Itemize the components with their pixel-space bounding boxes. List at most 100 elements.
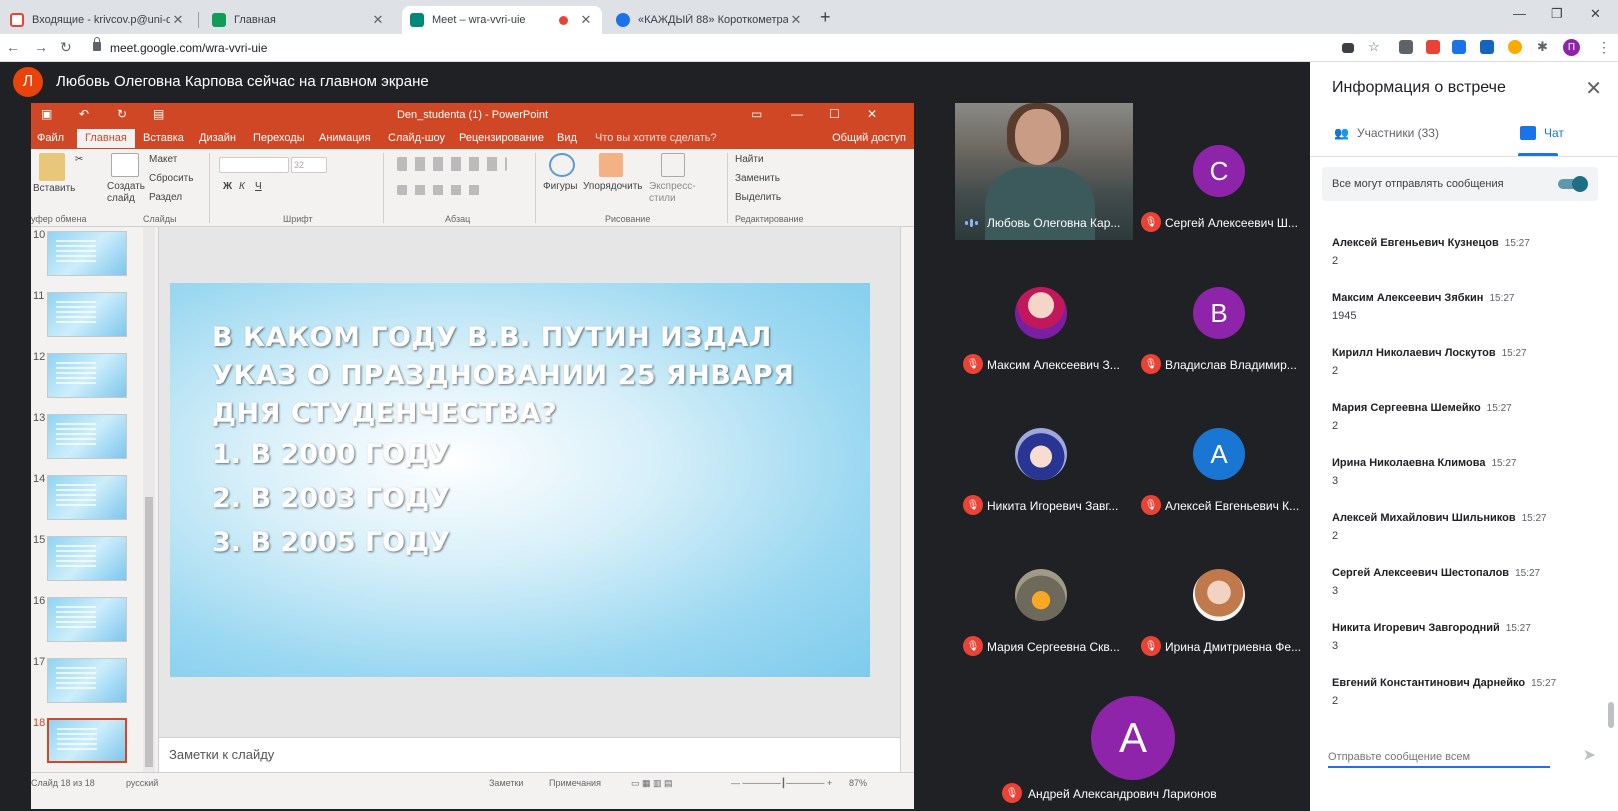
- message-text: 2: [1332, 365, 1339, 377]
- mic-off-icon: 🎙: [1141, 354, 1161, 374]
- ribbon-tab-animations: Анимация: [319, 132, 371, 144]
- cart-icon[interactable]: [1480, 40, 1494, 54]
- paste-label: Вставить: [33, 183, 76, 194]
- panel-title: Информация о встрече: [1332, 79, 1506, 96]
- shapes-label: Фигуры: [543, 181, 578, 192]
- close-tab-icon[interactable]: ✕: [170, 12, 186, 28]
- mic-off-icon: 🎙: [1141, 495, 1161, 515]
- thumb-number: 11: [33, 290, 45, 302]
- participant-tile[interactable]: 🎙 Ирина Дмитриевна Фе...: [1133, 527, 1305, 663]
- participant-tile[interactable]: А 🎙 Андрей Александрович Ларионов: [994, 668, 1272, 809]
- extension-icon[interactable]: [1426, 40, 1440, 54]
- ppt-title-bar: ▣ ↶ ↻ ▤ Den_studenta (1) - PowerPoint ▭ …: [31, 103, 914, 127]
- slide-thumbnail: [47, 658, 127, 703]
- participant-tile[interactable]: В 🎙 Владислав Владимир...: [1133, 245, 1305, 381]
- mic-off-icon: 🎙: [1141, 636, 1161, 656]
- paste-icon: [39, 153, 65, 181]
- close-tab-icon[interactable]: ✕: [370, 12, 386, 28]
- participant-tile[interactable]: С 🎙 Сергей Алексеевич Ш...: [1133, 103, 1305, 239]
- message-time: 15:27: [1501, 348, 1527, 359]
- allow-messages-setting: Все могут отправлять сообщения: [1322, 167, 1598, 201]
- profile-avatar[interactable]: П: [1563, 39, 1580, 56]
- slide-thumbnail: [47, 414, 127, 459]
- close-tab-icon[interactable]: ✕: [788, 12, 804, 28]
- browser-tab-meet[interactable]: Meet – wra-vvri-uie ✕: [402, 6, 602, 34]
- italic-icon: К: [239, 181, 245, 192]
- arrange-icon: [599, 153, 623, 177]
- browser-tab-video[interactable]: «КАЖДЫЙ 88» Короткометраж ✕: [608, 6, 812, 34]
- thumb-number: 12: [33, 351, 46, 363]
- message-text: 2: [1332, 530, 1339, 542]
- message-time: 15:27: [1521, 513, 1547, 524]
- participant-name: Никита Игоревич Завг...: [987, 499, 1119, 513]
- address-bar[interactable]: meet.google.com/wra-vvri-uie: [110, 41, 267, 55]
- lock-icon[interactable]: [93, 37, 101, 51]
- reload-button[interactable]: ↻: [60, 39, 72, 56]
- browser-tab-gmail[interactable]: Входящие - krivcov.p@uni-dubn ✕: [2, 6, 194, 34]
- extension-icon[interactable]: [1399, 40, 1413, 54]
- tab-chat-label: Чат: [1544, 126, 1564, 140]
- participant-name: Мария Сергеевна Скв...: [987, 640, 1120, 654]
- tab-participants[interactable]: 👥 Участники (33): [1334, 126, 1439, 140]
- participant-name: Ирина Дмитриевна Фе...: [1165, 640, 1302, 654]
- extensions-puzzle-icon[interactable]: ✱: [1537, 39, 1548, 55]
- section-button: Раздел: [149, 192, 183, 203]
- speaking-indicator-icon: [965, 218, 979, 228]
- participant-tile[interactable]: Любовь Олеговна Кар...: [955, 103, 1133, 240]
- restore-button[interactable]: ❐: [1551, 6, 1563, 22]
- group-label-clipboard: уфер обмена: [31, 214, 87, 224]
- slide-option: 1. в 2000 году: [212, 439, 450, 470]
- close-window-button[interactable]: ✕: [1590, 6, 1601, 22]
- participant-avatar: [1193, 569, 1245, 621]
- back-button[interactable]: ←: [6, 39, 20, 55]
- allow-messages-label: Все могут отправлять сообщения: [1332, 178, 1504, 190]
- group-label-editing: Редактирование: [735, 214, 804, 224]
- browser-tab-home[interactable]: Главная ✕: [204, 6, 394, 34]
- language-indicator: русский: [126, 778, 159, 788]
- ribbon-display-icon: ▭: [751, 107, 763, 121]
- close-tab-icon[interactable]: ✕: [578, 12, 594, 28]
- chat-message-input[interactable]: [1328, 748, 1550, 768]
- close-panel-button[interactable]: ✕: [1585, 76, 1602, 101]
- slide-option: 3. в 2005 году: [212, 527, 450, 558]
- minimize-button[interactable]: —: [1513, 6, 1526, 21]
- thumb-number: 13: [33, 412, 46, 424]
- chat-scrollbar[interactable]: [1608, 702, 1614, 728]
- tab-participants-label: Участники (33): [1356, 126, 1439, 140]
- tell-me-box: Что вы хотите сделать?: [595, 132, 717, 144]
- participant-tile[interactable]: 🎙 Максим Алексеевич З...: [955, 245, 1127, 381]
- slide-option: 2. в 2003 году: [212, 483, 450, 514]
- chat-message: Евгений Константинович Дарнейко 15:27 2: [1332, 677, 1582, 707]
- arrange-label: Упорядочить: [583, 181, 643, 192]
- divider: [1310, 156, 1618, 157]
- forward-button[interactable]: →: [34, 39, 48, 55]
- ppt-ribbon: Вставить ✂ Создать слайд Макет Сбросить …: [31, 149, 914, 227]
- extension-new-icon[interactable]: [1452, 40, 1466, 54]
- message-author: Ирина Николаевна Климова: [1332, 457, 1486, 469]
- extension-icon[interactable]: [1508, 40, 1522, 54]
- message-time: 15:27: [1505, 623, 1531, 634]
- zoom-level: 87%: [849, 778, 868, 788]
- current-slide: В каком году В.В. Путин издал указ о пра…: [170, 283, 870, 677]
- comments-button: Примечания: [549, 778, 601, 788]
- participant-tile[interactable]: 🎙 Мария Сергеевна Скв...: [955, 527, 1127, 663]
- allow-messages-toggle[interactable]: [1558, 176, 1588, 192]
- chat-message: Алексей Евгеньевич Кузнецов 15:27 2: [1332, 237, 1582, 267]
- menu-dots-icon[interactable]: ⋮: [1597, 39, 1611, 56]
- chat-message: Сергей Алексеевич Шестопалов 15:27 3: [1332, 567, 1582, 597]
- participant-name: Максим Алексеевич З...: [987, 358, 1120, 372]
- participant-tile[interactable]: А 🎙 Алексей Евгеньевич К...: [1133, 386, 1305, 522]
- camera-icon[interactable]: [1342, 43, 1354, 53]
- message-time: 15:27: [1491, 458, 1517, 469]
- participant-tile[interactable]: 🎙 Никита Игоревич Завг...: [955, 386, 1127, 522]
- group-label-drawing: Рисование: [605, 214, 651, 224]
- message-time: 15:27: [1486, 403, 1512, 414]
- message-author: Максим Алексеевич Зябкин: [1332, 292, 1484, 304]
- quick-styles-label: Экспресс-стили: [649, 181, 696, 204]
- bookmark-star-icon[interactable]: ☆: [1368, 39, 1380, 55]
- new-tab-button[interactable]: +: [820, 7, 831, 28]
- tab-chat[interactable]: Чат: [1520, 126, 1564, 140]
- reset-button: Сбросить: [149, 173, 194, 184]
- send-icon[interactable]: ➤: [1583, 745, 1596, 765]
- message-text: 2: [1332, 695, 1339, 707]
